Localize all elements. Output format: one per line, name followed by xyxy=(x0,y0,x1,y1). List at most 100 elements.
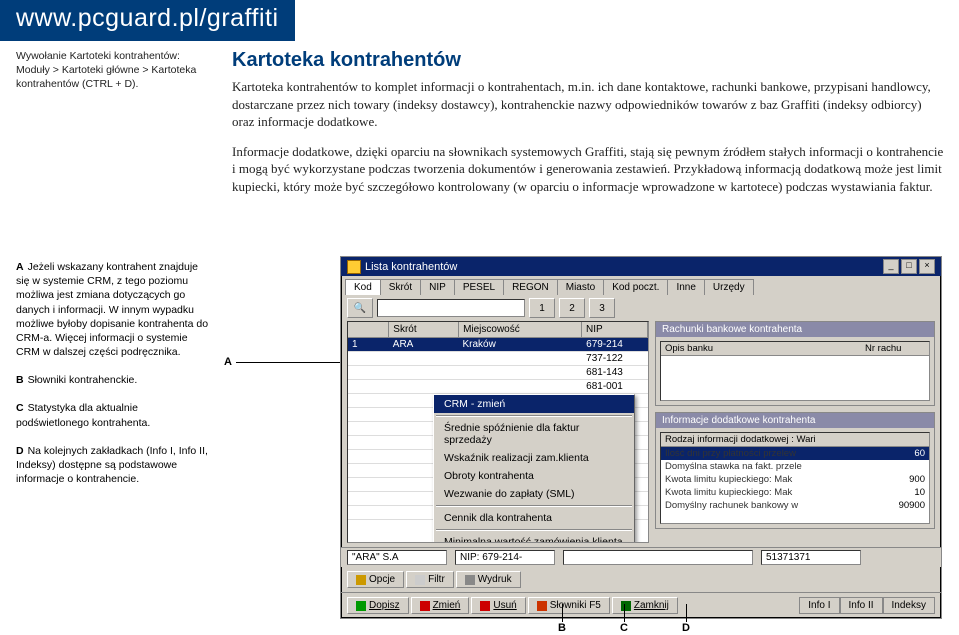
tab-kodpoczt[interactable]: Kod poczt. xyxy=(603,279,668,295)
footer-toolbar1: Opcje Filtr Wydruk xyxy=(341,567,941,592)
note-b-label: B xyxy=(16,374,24,386)
note-c-text: Statystyka dla aktualnie podświetlonego … xyxy=(16,402,150,428)
btn-opcje[interactable]: Opcje xyxy=(347,571,404,588)
list-item[interactable]: Domyślna stawka na fakt. przele xyxy=(661,460,929,473)
search-icon[interactable]: 🔍 xyxy=(347,298,373,318)
note-a-text: Jeżeli wskazany kontrahent znajduje się … xyxy=(16,261,208,358)
tab-kod[interactable]: Kod xyxy=(345,279,381,295)
side-tab-info1[interactable]: Info I xyxy=(799,597,839,614)
side-tab-indeksy[interactable]: Indeksy xyxy=(883,597,935,614)
tab-pesel[interactable]: PESEL xyxy=(454,279,504,295)
contractor-grid[interactable]: Skrót Miejscowość NIP 1ARAKraków679-2147… xyxy=(347,321,649,543)
page-header-band: www.pcguard.pl/graffiti xyxy=(0,0,295,41)
btn-usun[interactable]: Usuń xyxy=(471,597,525,614)
note-d: DNa kolejnych zakładkach (Info I, Info I… xyxy=(16,444,211,487)
side-tab-info2[interactable]: Info II xyxy=(840,597,883,614)
callout-d-line xyxy=(686,604,687,622)
book-icon xyxy=(537,601,547,611)
grid-header-miejsc[interactable]: Miejscowość xyxy=(459,322,582,337)
panel1-col-nr: Nr rachu xyxy=(861,342,929,355)
exit-icon xyxy=(621,601,631,611)
left-column: Wywołanie Kartoteki kontrahentów: Moduły… xyxy=(0,49,228,207)
cm-wezwanie[interactable]: Wezwanie do zapłaty (SML) xyxy=(434,485,634,503)
footer-skrot: "ARA" S.A xyxy=(347,550,447,565)
btn-filtr[interactable]: Filtr xyxy=(406,571,454,588)
titlebar: Lista kontrahentów _ □ × xyxy=(341,257,941,276)
table-row[interactable]: 737-122 xyxy=(348,352,648,366)
left-notes: AJeżeli wskazany kontrahent znajduje się… xyxy=(16,260,211,500)
callout-b: B xyxy=(558,622,566,634)
cm-wskaznik[interactable]: Wskaźnik realizacji zam.klienta xyxy=(434,449,634,467)
callout-c-line xyxy=(624,604,625,622)
tab-nip[interactable]: NIP xyxy=(420,279,455,295)
article-title: Kartoteka kontrahentów xyxy=(232,49,947,72)
callout-a-marker: A xyxy=(224,356,232,368)
maximize-button[interactable]: □ xyxy=(901,259,917,274)
cm-crm-zmien[interactable]: CRM - zmień xyxy=(434,395,634,413)
note-b-text: Słowniki kontrahenckie. xyxy=(28,374,138,386)
callout-b-line xyxy=(562,604,563,622)
list-item[interactable]: Domyślny rachunek bankowy w90900 xyxy=(661,499,929,512)
article-para2: Informacje dodatkowe, dzięki oparciu na … xyxy=(232,143,947,196)
grid-header-skrot[interactable]: Skrót xyxy=(389,322,459,337)
key-icon xyxy=(356,575,366,585)
panel-info-dod: Informacje dodatkowe kontrahenta Rodzaj … xyxy=(655,412,935,529)
filter-tab-row: Kod Skrót NIP PESEL REGON Miasto Kod poc… xyxy=(341,276,941,295)
list-item[interactable]: Ilość dni przy płatności przelew60 xyxy=(661,447,929,460)
table-row[interactable]: 1ARAKraków679-214 xyxy=(348,338,648,352)
quickbtn-2[interactable]: 2 xyxy=(559,298,585,318)
tab-regon[interactable]: REGON xyxy=(503,279,558,295)
panel1-col-opis: Opis banku xyxy=(661,342,861,355)
list-item[interactable]: Kwota limitu kupieckiego: Mak10 xyxy=(661,486,929,499)
callout-d: D xyxy=(682,622,690,634)
btn-zmien[interactable]: Zmień xyxy=(411,597,470,614)
note-c-label: C xyxy=(16,402,24,414)
cm-cennik[interactable]: Cennik dla kontrahenta xyxy=(434,509,634,527)
tab-inne[interactable]: Inne xyxy=(667,279,704,295)
panel-rachunki: Rachunki bankowe kontrahenta Opis banku … xyxy=(655,321,935,406)
btn-wydruk[interactable]: Wydruk xyxy=(456,571,521,588)
tab-miasto[interactable]: Miasto xyxy=(557,279,604,295)
btn-zamknij[interactable]: Zamknij xyxy=(612,597,678,614)
cm-obroty[interactable]: Obroty kontrahenta xyxy=(434,467,634,485)
context-menu: CRM - zmień Średnie spóźnienie dla faktu… xyxy=(433,394,635,543)
quickbtn-1[interactable]: 1 xyxy=(529,298,555,318)
table-row[interactable]: 681-001 xyxy=(348,380,648,394)
right-column: Kartoteka kontrahentów Kartoteka kontrah… xyxy=(228,49,959,207)
minimize-button[interactable]: _ xyxy=(883,259,899,274)
printer-icon xyxy=(465,575,475,585)
close-button[interactable]: × xyxy=(919,259,935,274)
list-item[interactable]: Kwota limitu kupieckiego: Mak900 xyxy=(661,473,929,486)
note-c: CStatystyka dla aktualnie podświetlonego… xyxy=(16,401,211,429)
minus-icon xyxy=(480,601,490,611)
panel-info-title: Informacje dodatkowe kontrahenta xyxy=(656,413,934,428)
btn-slowniki[interactable]: Słowniki F5 xyxy=(528,597,610,614)
tab-urzedy[interactable]: Urzędy xyxy=(704,279,754,295)
funnel-icon xyxy=(415,575,425,585)
window-title: Lista kontrahentów xyxy=(365,261,457,273)
note-d-label: D xyxy=(16,445,24,457)
footer-addr xyxy=(563,550,753,565)
footer-toolbar2: Dopisz Zmień Usuń Słowniki F5 Zamknij In… xyxy=(341,592,941,618)
footer-nip: NIP: 679-214- xyxy=(455,550,555,565)
btn-dopisz[interactable]: Dopisz xyxy=(347,597,409,614)
note-b: B Słowniki kontrahenckie. xyxy=(16,373,211,387)
plus-icon xyxy=(356,601,366,611)
note-d-text: Na kolejnych zakładkach (Info I, Info II… xyxy=(16,445,208,485)
note-a-label: A xyxy=(16,261,24,273)
search-input[interactable] xyxy=(377,299,525,317)
tab-skrot[interactable]: Skrót xyxy=(380,279,421,295)
left-intro: Wywołanie Kartoteki kontrahentów: Moduły… xyxy=(16,49,216,92)
grid-header-nip[interactable]: NIP xyxy=(582,322,648,337)
footer-info-row: "ARA" S.A NIP: 679-214- 51371371 xyxy=(341,547,941,567)
table-row[interactable]: 681-143 xyxy=(348,366,648,380)
window-icon xyxy=(347,260,361,274)
cm-srednie-spoznienie[interactable]: Średnie spóźnienie dla faktur sprzedaży xyxy=(434,419,634,449)
header-url: www.pcguard.pl/graffiti xyxy=(16,4,279,32)
panel-rachunki-title: Rachunki bankowe kontrahenta xyxy=(656,322,934,337)
cm-min-wartosc[interactable]: Minimalna wartość zamówienia klienta xyxy=(434,533,634,543)
quickbtn-3[interactable]: 3 xyxy=(589,298,615,318)
triangle-icon xyxy=(420,601,430,611)
app-window: Lista kontrahentów _ □ × Kod Skrót NIP P… xyxy=(340,256,942,619)
grid-header-empty xyxy=(348,322,389,337)
